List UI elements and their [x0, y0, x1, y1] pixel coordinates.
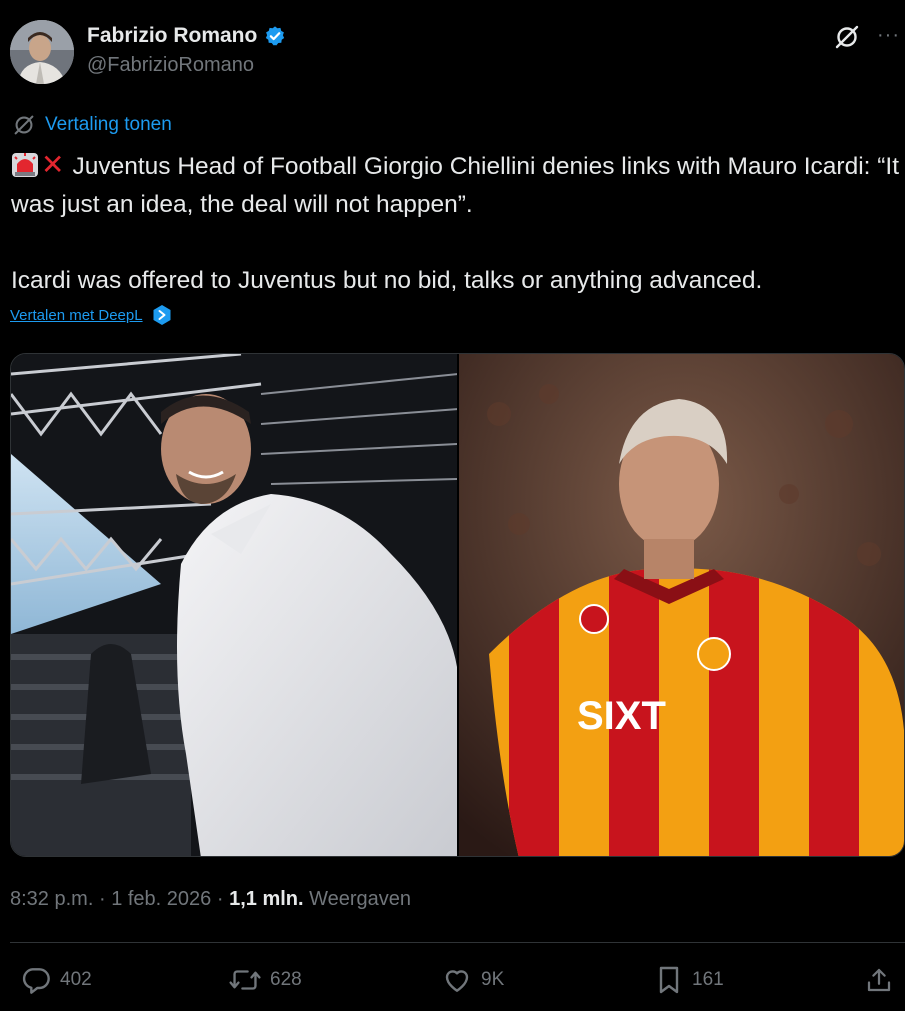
- meta-separator-1: ·: [98, 888, 106, 910]
- repost-button[interactable]: 628: [228, 958, 302, 1002]
- handle[interactable]: @FabrizioRomano: [87, 54, 286, 77]
- action-bar: 402 628 9K 161: [0, 958, 905, 1002]
- reply-icon: [22, 968, 50, 994]
- more-options-icon[interactable]: ···: [877, 25, 900, 45]
- reply-count: 402: [60, 969, 92, 990]
- tweet-text: ✕ Juventus Head of Football Giorgio Chiel…: [11, 146, 905, 300]
- bookmark-icon: [659, 966, 679, 994]
- deepl-translate-link[interactable]: Vertalen met DeepL: [10, 304, 172, 326]
- sponsor-logo-text: SIXT: [577, 694, 666, 738]
- avatar[interactable]: [10, 20, 74, 84]
- meta-separator-2: ·: [216, 888, 224, 910]
- views-count: 1,1 mln.: [229, 888, 304, 910]
- display-name[interactable]: Fabrizio Romano: [87, 24, 257, 48]
- avatar-image: [10, 20, 74, 84]
- grok-icon[interactable]: [833, 23, 861, 51]
- bookmark-button[interactable]: 161: [654, 958, 724, 1002]
- show-translation-link[interactable]: Vertaling tonen: [11, 112, 172, 138]
- repost-count: 628: [270, 969, 302, 990]
- author-block: Fabrizio Romano @FabrizioRomano: [87, 22, 286, 77]
- views-label: Weergaven: [309, 888, 412, 910]
- media-grid[interactable]: SIXT: [10, 353, 905, 857]
- photo-chiellini[interactable]: [11, 354, 457, 856]
- deepl-label: Vertalen met DeepL: [10, 306, 143, 324]
- photo-icardi[interactable]: SIXT: [459, 354, 904, 856]
- share-icon: [867, 968, 891, 992]
- divider: [10, 942, 905, 943]
- verified-badge-icon[interactable]: [264, 25, 286, 47]
- reply-button[interactable]: 402: [20, 958, 92, 1002]
- cross-mark-emoji: ✕: [41, 149, 65, 180]
- tweet-time[interactable]: 8:32 p.m.: [10, 888, 93, 910]
- tweet-line-1: Juventus Head of Football Giorgio Chiell…: [11, 153, 900, 218]
- chiellini-photo-illustration: [11, 354, 457, 856]
- repost-icon: [229, 970, 261, 990]
- like-button[interactable]: 9K: [441, 958, 504, 1002]
- tweet-line-2: Icardi was offered to Juventus but no bi…: [11, 267, 763, 294]
- show-translation-label: Vertaling tonen: [45, 114, 172, 135]
- like-count: 9K: [481, 969, 505, 990]
- police-car-light-emoji: [12, 153, 38, 177]
- heart-icon: [445, 970, 469, 992]
- grok-translate-icon: [14, 115, 34, 135]
- tweet-date[interactable]: 1 feb. 2026: [111, 888, 211, 910]
- tweet-detail: Fabrizio Romano @FabrizioRomano ··· Vert…: [0, 0, 905, 1011]
- tweet-meta: 8:32 p.m. · 1 feb. 2026 · 1,1 mln. Weerg…: [10, 888, 411, 911]
- icardi-photo-illustration: SIXT: [459, 354, 904, 856]
- deepl-logo-icon: [153, 305, 171, 325]
- bookmark-count: 161: [692, 969, 724, 990]
- share-button[interactable]: [864, 958, 902, 1002]
